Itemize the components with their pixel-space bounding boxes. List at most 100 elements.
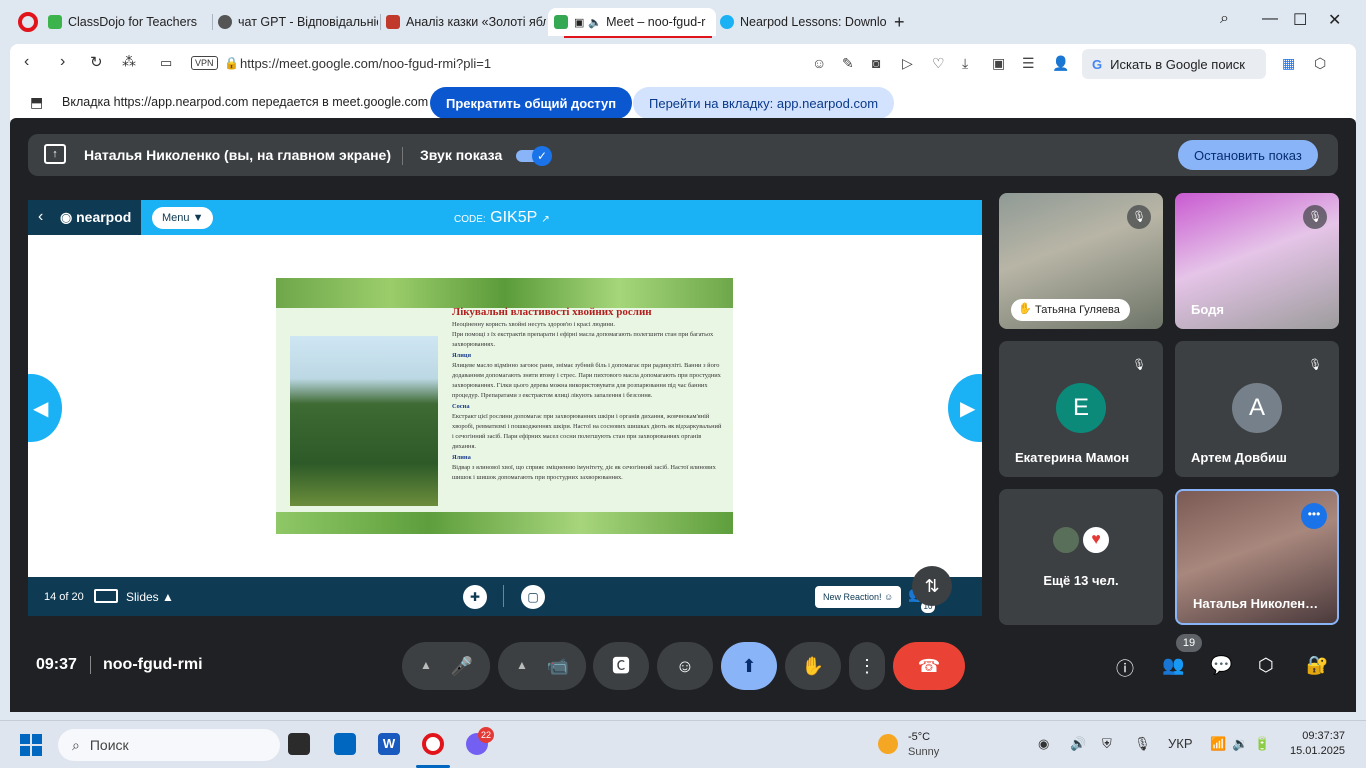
task-view-icon[interactable] — [288, 733, 310, 755]
video-popout-icon[interactable]: ▣ — [992, 55, 1005, 72]
more-options-button[interactable]: ⋮ — [849, 642, 885, 690]
more-participants-tile[interactable]: ♥ Ещё 13 чел. — [999, 489, 1163, 625]
taskbar-search[interactable]: ⌕ Поиск — [58, 729, 280, 761]
microphone-tray-icon[interactable]: 🎙 — [1134, 736, 1151, 752]
leave-call-button[interactable]: ☎ — [893, 642, 965, 690]
slide-section-heading: Ялина — [452, 453, 471, 461]
speed-dial-icon[interactable]: ⁂ — [122, 53, 136, 70]
windows-start-icon[interactable] — [20, 734, 42, 756]
stop-sharing-button[interactable]: Прекратить общий доступ — [430, 87, 633, 119]
word-icon[interactable]: W — [378, 733, 400, 755]
more-options-icon[interactable]: ••• — [1301, 503, 1327, 529]
camera-button[interactable]: 📹 — [530, 642, 586, 690]
mic-options-chevron-icon[interactable]: ▲ — [420, 658, 432, 672]
participant-tile[interactable]: 🎙 Бодя — [1175, 193, 1339, 329]
presenting-divider — [402, 147, 403, 165]
language-indicator[interactable]: УКР — [1168, 736, 1193, 751]
speaker-tray-icon[interactable]: 🔊 — [1070, 736, 1086, 752]
minimize-icon[interactable]: — — [1262, 10, 1278, 28]
meet-favicon-icon — [554, 15, 568, 29]
tab-share-icon: ▣ — [574, 16, 585, 29]
search-icon: ⌕ — [72, 736, 80, 753]
edit-icon[interactable]: ✎ — [842, 55, 854, 72]
host-controls-icon[interactable]: 🔐 — [1306, 655, 1328, 676]
tab-audio-icon[interactable]: 🔈 — [588, 16, 602, 29]
microphone-button[interactable]: 🎤 — [434, 642, 490, 690]
activities-icon[interactable]: ⬡ — [1258, 655, 1274, 676]
external-link-icon[interactable]: ↗ — [541, 214, 549, 225]
snapshot-icon[interactable]: ◙ — [872, 55, 880, 71]
heart-avatar-icon: ♥ — [1081, 525, 1111, 555]
captions-button[interactable]: 🅲 — [593, 642, 649, 690]
maximize-icon[interactable]: ☐ — [1293, 10, 1307, 30]
vpn-badge[interactable]: VPN — [191, 56, 218, 70]
address-bar: ‹ › ↻ ⁂ ▭ VPN 🔒 https://meet.google.com/… — [10, 44, 1356, 84]
new-reaction-button[interactable]: New Reaction! ☺ — [815, 586, 902, 608]
forward-icon[interactable]: › — [60, 53, 65, 71]
tab-classdojo[interactable]: ClassDojo for Teachers — [48, 8, 208, 36]
viber-tray-icon[interactable]: ◉ — [1038, 736, 1049, 752]
download-icon[interactable]: ⤓ — [962, 55, 968, 72]
play-icon[interactable]: ▷ — [902, 55, 913, 72]
shield-tray-icon[interactable]: ⛨ — [1102, 736, 1112, 752]
page-indicator: 14 of 20 — [44, 591, 84, 603]
emoji-icon[interactable]: ☺ — [812, 55, 826, 71]
add-activity-icon[interactable]: ✚ — [463, 585, 487, 609]
chat-icon[interactable]: ▢ — [521, 585, 545, 609]
lock-icon[interactable]: 🔒 — [224, 56, 239, 70]
opera-logo-icon[interactable] — [18, 12, 38, 32]
next-slide-button[interactable]: ▶ — [948, 374, 982, 442]
fir-trees-image — [290, 336, 438, 506]
profile-icon[interactable]: 👤 — [1052, 55, 1069, 72]
search-tabs-icon[interactable]: ⌕ — [1220, 10, 1229, 28]
previous-arrow-icon: ◀ — [33, 398, 49, 420]
tab-chatgpt[interactable]: чат GPT - Відповідальніст — [218, 8, 378, 36]
back-icon[interactable]: ‹ — [24, 53, 29, 71]
easy-setup-icon[interactable]: ☰ — [1022, 55, 1035, 72]
close-window-icon[interactable]: ✕ — [1328, 10, 1341, 30]
battery-icon[interactable]: 🔋 — [1254, 736, 1270, 752]
camera-options-chevron-icon[interactable]: ▲ — [516, 658, 528, 672]
slides-toggle[interactable]: Slides ▲ — [126, 590, 174, 604]
chat-icon[interactable]: 💬 — [1210, 655, 1232, 676]
meeting-details-icon[interactable]: ⓘ — [1116, 655, 1134, 681]
nearpod-bottom-bar: 14 of 20 Slides ▲ ✚ ▢ New Reaction! ☺ 👥 … — [28, 577, 982, 616]
tab-analysis[interactable]: Аналіз казки «Золоті ябл — [386, 8, 546, 36]
url-field[interactable]: https://meet.google.com/noo-fgud-rmi?pli… — [240, 56, 491, 71]
taskbar-clock[interactable]: 09:37:37 15.01.2025 — [1290, 729, 1345, 759]
grass-border-bottom — [276, 512, 733, 534]
go-to-tab-button[interactable]: Перейти на вкладку: app.nearpod.com — [633, 87, 895, 119]
google-search-button[interactable]: G Искать в Google поиск — [1082, 49, 1266, 79]
store-icon[interactable] — [334, 733, 356, 755]
camera-icon[interactable]: ▭ — [160, 55, 172, 71]
opera-taskbar-icon[interactable] — [422, 733, 444, 755]
reload-icon[interactable]: ↻ — [90, 53, 103, 71]
present-screen-icon: ↑ — [44, 144, 66, 164]
meeting-code: noo-fgud-rmi — [103, 656, 203, 673]
extensions-icon[interactable]: ⬡ — [1314, 55, 1326, 72]
self-tile[interactable]: ••• Наталья Николен… — [1175, 489, 1339, 625]
people-icon[interactable]: 👥 — [1162, 655, 1184, 676]
swap-layout-button[interactable]: ⇅ — [912, 566, 952, 606]
tab-nearpod[interactable]: Nearpod Lessons: Downlo — [720, 8, 888, 36]
raise-hand-button[interactable]: ✋ — [785, 642, 841, 690]
nearpod-menu-button[interactable]: Menu ▼ — [152, 207, 214, 229]
tab-meet[interactable]: ▣ 🔈 Meet – noo-fgud-r — [548, 8, 716, 36]
meeting-clock: 09:37 — [36, 656, 77, 673]
stop-presenting-button[interactable]: Остановить показ — [1178, 140, 1318, 170]
slides-icon[interactable] — [94, 589, 118, 603]
share-sound-toggle[interactable]: ✓ — [516, 146, 552, 166]
volume-icon[interactable]: 🔉 — [1232, 736, 1248, 752]
participant-tile[interactable]: 🎙 Е Екатерина Мамон — [999, 341, 1163, 477]
tab-share-banner: ⬒ Вкладка https://app.nearpod.com переда… — [10, 84, 1356, 120]
present-now-button[interactable]: ⬆ — [721, 642, 777, 690]
back-chevron-icon[interactable]: ‹ — [38, 208, 43, 226]
participant-tile[interactable]: 🎙 А Артем Довбиш — [1175, 341, 1339, 477]
wifi-icon[interactable]: 📶 — [1210, 736, 1226, 752]
previous-slide-button[interactable]: ◀ — [28, 374, 62, 442]
heart-icon[interactable]: ♡ — [932, 55, 945, 72]
participant-tile[interactable]: 🎙 ✋ Татьяна Гуляева — [999, 193, 1163, 329]
sidebar-panel-icon[interactable]: ▦ — [1282, 55, 1295, 72]
emoji-reactions-button[interactable]: ☺ — [657, 642, 713, 690]
new-tab-plus-icon[interactable]: + — [894, 12, 905, 33]
